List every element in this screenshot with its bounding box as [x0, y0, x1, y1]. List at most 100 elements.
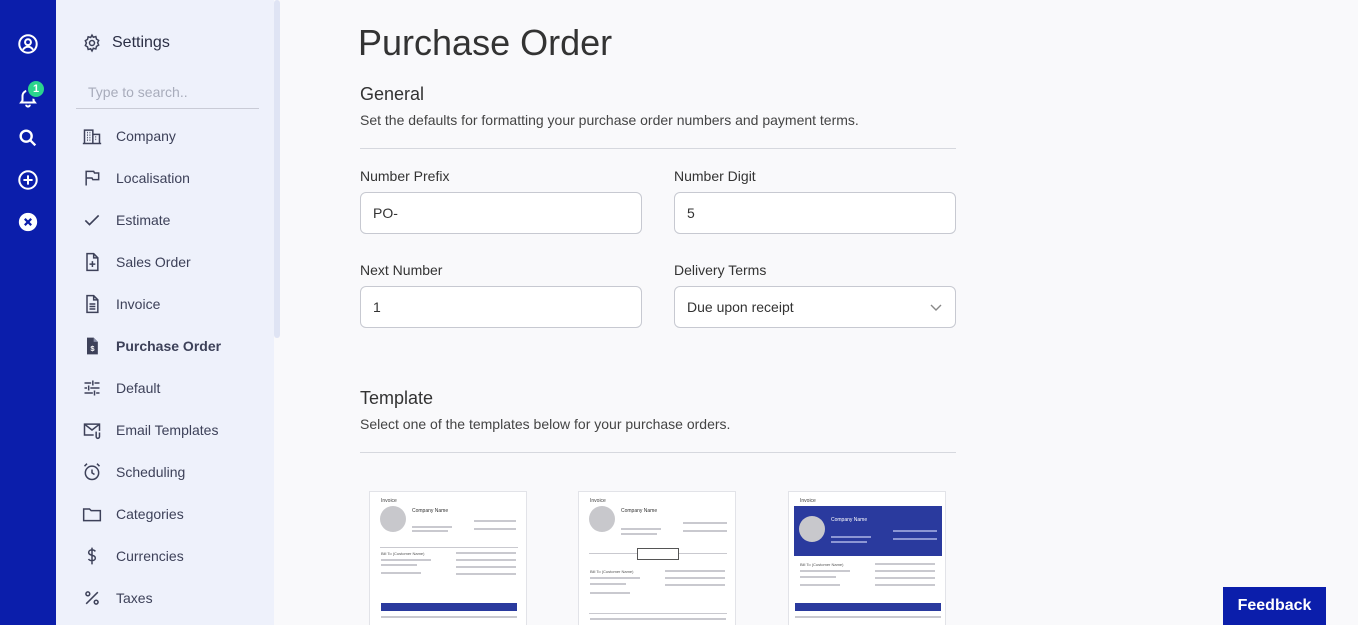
template-heading: Invoice [381, 498, 397, 504]
sidebar-item-purchase-order[interactable]: $ Purchase Order [80, 325, 270, 367]
sidebar-item-label: Currencies [116, 548, 184, 564]
search-icon[interactable] [16, 126, 40, 150]
sidebar-item-sales-order[interactable]: Sales Order [80, 241, 270, 283]
sidebar-item-categories[interactable]: Categories [80, 493, 270, 535]
check-icon [80, 208, 104, 232]
logo-placeholder [380, 506, 406, 532]
placeholder-line [665, 570, 725, 572]
notification-badge: 1 [26, 79, 46, 99]
sidebar-item-label: Scheduling [116, 464, 186, 480]
table-header-bar [795, 603, 941, 611]
sidebar-item-label: Email Templates [116, 422, 219, 438]
sliders-icon [80, 376, 104, 400]
placeholder-line [893, 530, 937, 532]
template-thumbnail-3[interactable]: Invoice Company Name Bill To (Customer N… [788, 491, 946, 625]
building-icon [80, 124, 104, 148]
divider [360, 452, 956, 453]
placeholder-line [589, 613, 727, 614]
delivery-terms-label: Delivery Terms [674, 262, 767, 278]
close-circle-icon[interactable] [16, 210, 40, 234]
placeholder-line [590, 577, 640, 579]
sidebar-item-scheduling[interactable]: Scheduling [80, 451, 270, 493]
placeholder-line [795, 616, 941, 618]
sidebar-item-estimate[interactable]: Estimate [80, 199, 270, 241]
feedback-button[interactable]: Feedback [1223, 587, 1326, 625]
placeholder-line [381, 559, 431, 561]
placeholder-line [875, 563, 935, 565]
number-prefix-label: Number Prefix [360, 168, 450, 184]
template-thumbnail-2[interactable]: Invoice Company Name Bill To (Customer N… [578, 491, 736, 625]
template-company: Company Name [621, 508, 658, 514]
sidebar-item-localisation[interactable]: Localisation [80, 157, 270, 199]
mail-attachment-icon [80, 418, 104, 442]
icon-rail: 1 [0, 0, 56, 625]
file-text-icon [80, 292, 104, 316]
settings-sidebar: Settings Company Localisation Estimate S… [56, 0, 274, 625]
placeholder-line [893, 538, 937, 540]
next-number-input[interactable] [360, 286, 642, 328]
template-thumbnail-1[interactable]: Invoice Company Name Bill To (Customer N… [369, 491, 527, 625]
sidebar-item-taxes[interactable]: Taxes [80, 577, 270, 619]
template-bill-to: Bill To (Customer Name) [381, 551, 425, 556]
percent-icon [80, 586, 104, 610]
sidebar-item-company[interactable]: Company [80, 115, 270, 157]
sidebar-item-label: Categories [116, 506, 184, 522]
sidebar-item-label: Estimate [116, 212, 171, 228]
placeholder-line [831, 541, 867, 543]
general-section-description: Set the defaults for formatting your pur… [360, 112, 859, 128]
placeholder-line [800, 576, 836, 578]
placeholder-line [800, 570, 850, 572]
placeholder-line [875, 577, 935, 579]
number-digit-label: Number Digit [674, 168, 756, 184]
template-company: Company Name [831, 517, 868, 523]
sidebar-item-email-templates[interactable]: Email Templates [80, 409, 270, 451]
general-section-title: General [360, 84, 425, 104]
sidebar-scrollbar[interactable] [274, 0, 280, 338]
sidebar-item-invoice[interactable]: Invoice [80, 283, 270, 325]
sidebar-header: Settings [82, 33, 170, 53]
placeholder-line [665, 577, 725, 579]
delivery-terms-select[interactable]: Due upon receipt [674, 286, 956, 328]
placeholder-line [412, 530, 448, 532]
table-header-bar [381, 603, 517, 611]
gear-icon [84, 33, 100, 53]
sidebar-item-label: Purchase Order [116, 338, 222, 354]
logo-placeholder [589, 506, 615, 532]
placeholder-line [590, 618, 726, 620]
sidebar-item-currencies[interactable]: Currencies [80, 535, 270, 577]
placeholder-line [621, 533, 657, 535]
placeholder-line [831, 536, 871, 538]
placeholder-line [800, 584, 840, 586]
template-company: Company Name [412, 508, 449, 514]
placeholder-line [381, 616, 517, 618]
template-section-description: Select one of the templates below for yo… [360, 416, 731, 432]
settings-search-input[interactable] [76, 76, 259, 109]
page-title: Purchase Order [358, 22, 613, 63]
placeholder-line [590, 592, 630, 594]
placeholder-line [456, 566, 516, 568]
placeholder-line [621, 528, 661, 530]
sidebar-item-label: Sales Order [116, 254, 191, 270]
folder-icon [80, 502, 104, 526]
placeholder-line [381, 564, 417, 566]
number-prefix-input[interactable] [360, 192, 642, 234]
placeholder-line [380, 547, 518, 548]
placeholder-line [456, 559, 516, 561]
dollar-icon [80, 544, 104, 568]
sidebar-title: Settings [112, 34, 170, 51]
file-plus-icon [80, 250, 104, 274]
sidebar-item-default[interactable]: Default [80, 367, 270, 409]
placeholder-line [474, 528, 516, 530]
plus-circle-icon[interactable] [16, 168, 40, 192]
file-dollar-icon: $ [80, 334, 104, 358]
placeholder-line [456, 552, 516, 554]
logo-placeholder [799, 516, 825, 542]
placeholder-line [683, 530, 727, 532]
user-circle-icon[interactable] [16, 32, 40, 56]
template-bill-to: Bill To (Customer Name) [590, 569, 634, 574]
placeholder-line [456, 573, 516, 575]
chevron-down-icon [930, 304, 942, 311]
template-section-title: Template [360, 388, 434, 408]
number-digit-input[interactable] [674, 192, 956, 234]
flag-icon [80, 166, 104, 190]
